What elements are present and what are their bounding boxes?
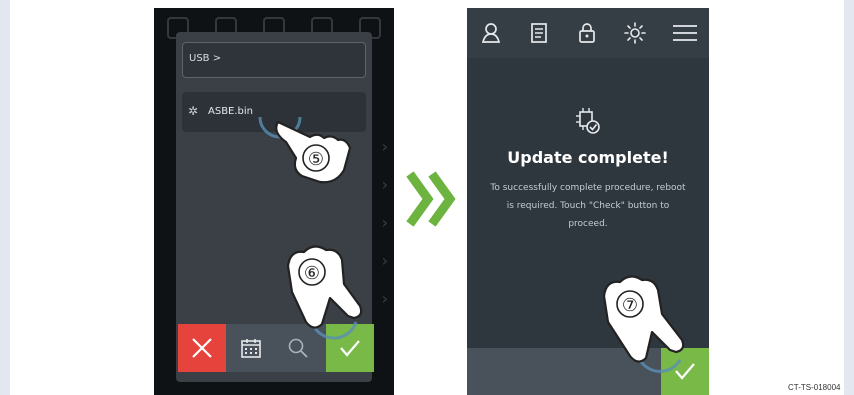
menu-icon[interactable]: [671, 21, 699, 45]
usb-path-field[interactable]: USB >: [182, 42, 366, 78]
document-icon[interactable]: [527, 21, 551, 45]
hand-pointer-step5: ⑤: [258, 116, 352, 184]
update-complete-title: Update complete!: [507, 148, 669, 167]
gear-icon: ✲: [188, 104, 199, 118]
hand-pointer-step6: ⑥: [286, 245, 363, 340]
step7-number: ⑦: [622, 295, 638, 316]
firmware-update-icon: [576, 108, 600, 134]
double-chevron-arrow-icon: [406, 171, 456, 227]
lock-icon[interactable]: [575, 21, 599, 45]
usb-path-label: USB >: [189, 53, 222, 64]
calendar-icon[interactable]: [240, 337, 262, 359]
update-instructions: To successfully complete procedure, rebo…: [490, 183, 686, 229]
hand-pointer-step7: ⑦: [602, 275, 685, 373]
document-code: CT-TS-018004: [788, 383, 841, 392]
top-navigation-bar: [467, 8, 709, 58]
step5-number: ⑤: [308, 149, 324, 170]
cancel-button[interactable]: [178, 324, 226, 372]
user-icon[interactable]: [479, 21, 503, 45]
background-chevrons: › › › › ›: [381, 137, 388, 308]
step6-number: ⑥: [304, 263, 320, 284]
brightness-icon[interactable]: [623, 21, 647, 45]
close-icon: [192, 338, 212, 358]
